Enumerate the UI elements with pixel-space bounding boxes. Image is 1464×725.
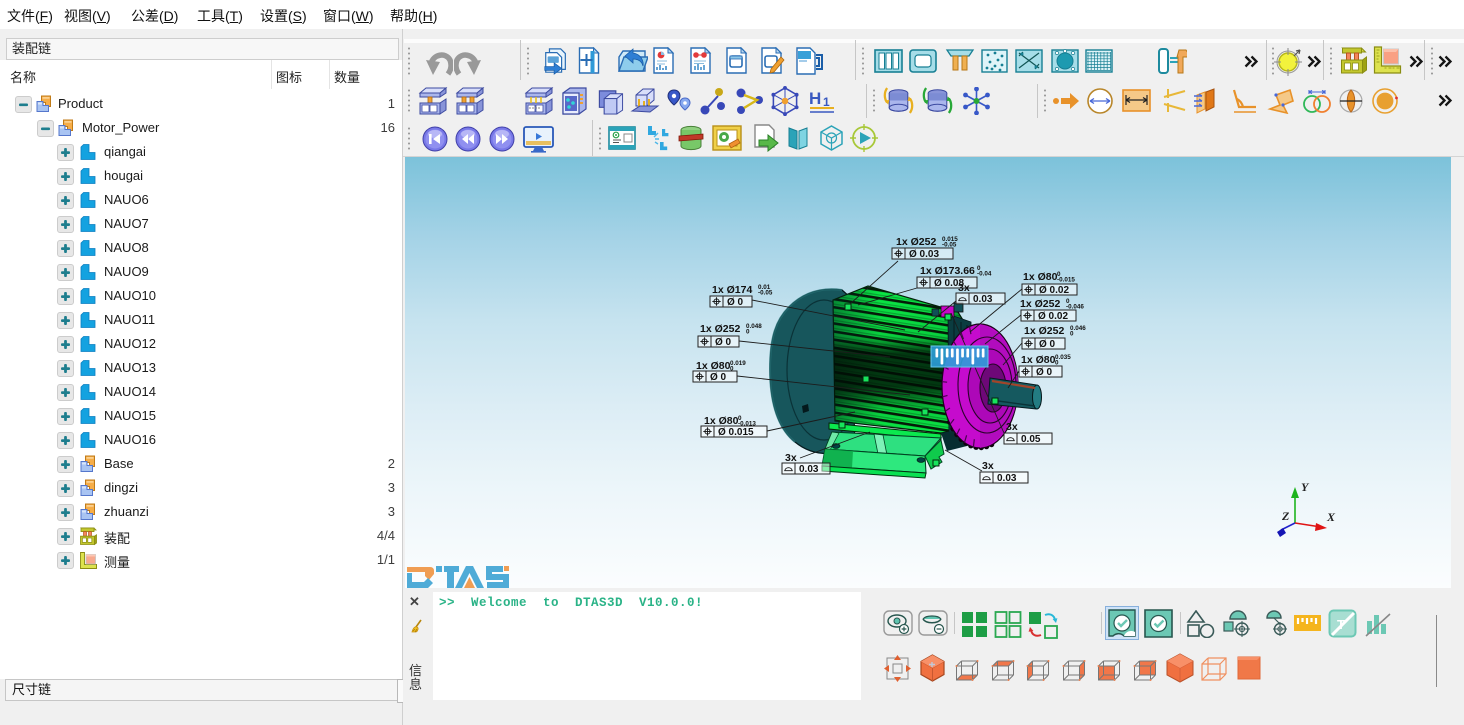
svg-text:0: 0 (746, 329, 750, 336)
svg-text:1x Ø252: 1x Ø252 (700, 323, 740, 335)
svg-text:X: X (1326, 510, 1336, 524)
svg-text:1x Ø252: 1x Ø252 (1020, 298, 1060, 310)
svg-text:0.03: 0.03 (799, 464, 819, 475)
svg-text:Ø 0: Ø 0 (727, 297, 744, 308)
svg-text:3x: 3x (958, 282, 970, 294)
svg-text:1x Ø174: 1x Ø174 (712, 284, 752, 296)
svg-text:-0.046: -0.046 (1066, 304, 1084, 311)
svg-text:0: 0 (1070, 331, 1074, 338)
svg-text:-0.05: -0.05 (758, 290, 773, 297)
svg-text:1x Ø80: 1x Ø80 (1023, 271, 1058, 283)
svg-text:Ø 0: Ø 0 (1039, 339, 1056, 350)
svg-text:0: 0 (1055, 360, 1059, 367)
svg-text:Ø 0.03: Ø 0.03 (909, 249, 939, 260)
svg-text:1x Ø80: 1x Ø80 (1021, 354, 1056, 366)
svg-text:Ø 0.02: Ø 0.02 (1039, 285, 1069, 296)
svg-text:Ø 0.015: Ø 0.015 (718, 427, 754, 438)
svg-text:H: H (809, 89, 821, 108)
svg-text:1x Ø80: 1x Ø80 (696, 360, 731, 372)
svg-text:0.03: 0.03 (973, 294, 993, 305)
svg-text:3x: 3x (1006, 421, 1018, 433)
svg-text:Ø 0: Ø 0 (715, 337, 732, 348)
svg-text:1x Ø80: 1x Ø80 (704, 415, 739, 427)
svg-text:Ø 0: Ø 0 (710, 372, 727, 383)
svg-text:-0.015: -0.015 (1057, 277, 1075, 284)
svg-text:3x: 3x (785, 452, 797, 464)
svg-text:Ø 0.02: Ø 0.02 (1038, 311, 1068, 322)
svg-text:T: T (1337, 617, 1345, 632)
svg-text:0.05: 0.05 (1021, 434, 1041, 445)
svg-text:Ø 0: Ø 0 (1036, 367, 1053, 378)
svg-text:Z: Z (1281, 509, 1290, 523)
svg-text:0.03: 0.03 (997, 473, 1017, 484)
svg-text:1x Ø252: 1x Ø252 (1024, 325, 1064, 337)
svg-text:3x: 3x (982, 460, 994, 472)
svg-text:-0.05: -0.05 (942, 242, 957, 249)
svg-text:-0.04: -0.04 (977, 271, 992, 278)
svg-text:1x Ø173.66: 1x Ø173.66 (920, 265, 975, 277)
svg-text:1x Ø252: 1x Ø252 (896, 236, 936, 248)
svg-text:1: 1 (823, 95, 830, 109)
